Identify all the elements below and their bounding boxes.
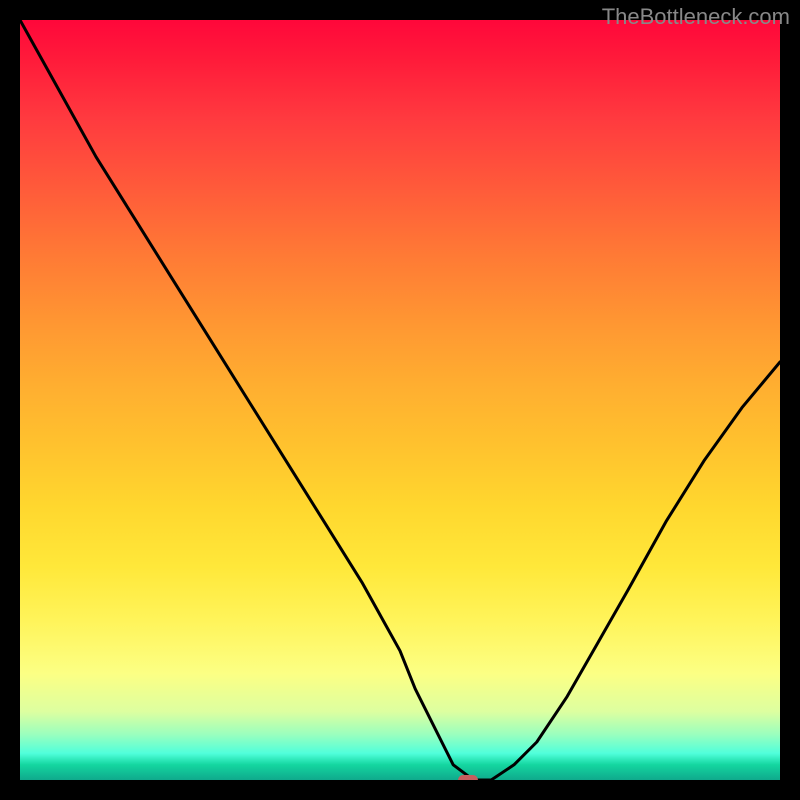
optimal-point-marker [458,775,478,780]
watermark-text: TheBottleneck.com [602,4,790,30]
bottleneck-curve [20,20,780,780]
plot-area [20,20,780,780]
